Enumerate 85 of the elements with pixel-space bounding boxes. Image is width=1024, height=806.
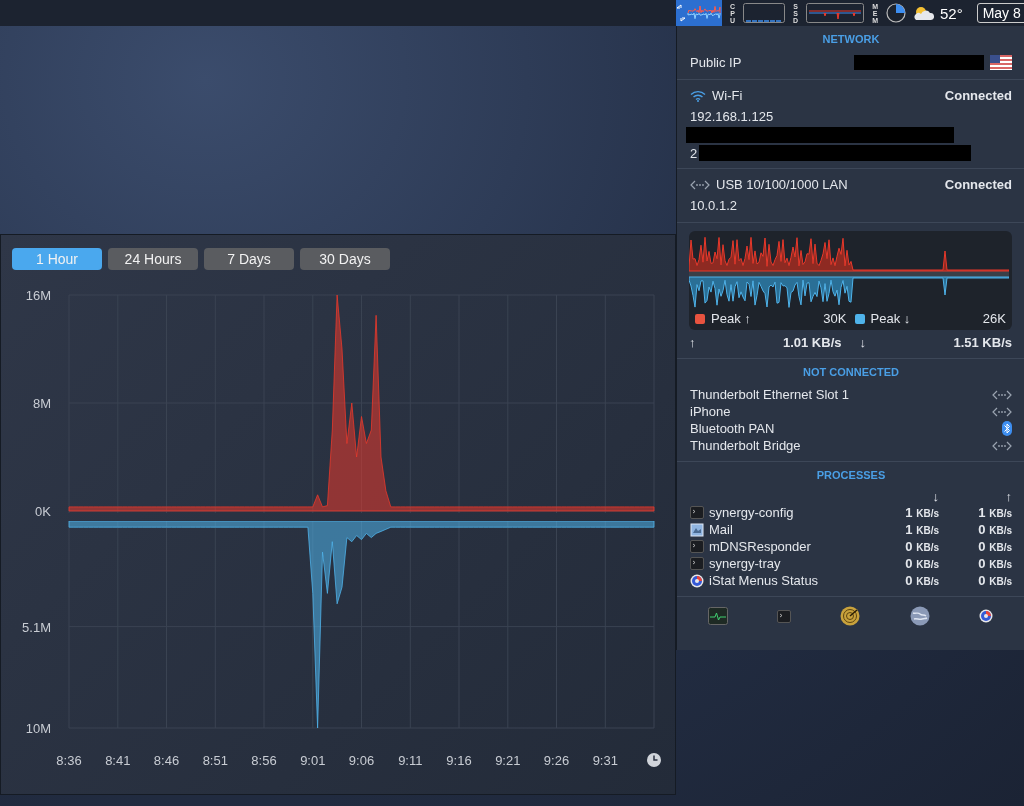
x-axis-label: 9:31 <box>592 753 618 768</box>
x-axis-label: 9:21 <box>495 753 521 768</box>
section-header: NETWORK <box>821 33 881 45</box>
ip-address: 192.168.1.125 <box>690 109 775 124</box>
x-axis-label: 8:46 <box>153 753 180 768</box>
transfer-rate: 0 KB/s <box>904 573 939 588</box>
connection-status: Connected <box>944 88 1012 103</box>
ethernet-icon <box>992 389 1012 400</box>
section-header: PROCESSES <box>815 469 887 481</box>
interface-name: Bluetooth PAN <box>690 421 775 436</box>
legend-label: Peak ↑ <box>711 311 751 326</box>
x-axis-label: 8:41 <box>105 753 131 768</box>
x-axis-label: 8:36 <box>56 753 82 768</box>
bluetooth-icon <box>1002 421 1012 436</box>
stamp-icon <box>690 522 704 537</box>
cpu-graph-icon[interactable] <box>743 3 786 23</box>
y-axis-label: 10M <box>25 721 51 736</box>
gauge-icon[interactable] <box>979 609 994 623</box>
y-axis-label: 16M <box>25 288 51 303</box>
process-name: synergy-tray <box>709 556 781 571</box>
flag-icon <box>990 55 1012 70</box>
transfer-rate: 1.51 KB/s <box>953 335 1012 350</box>
interface-name: iPhone <box>690 404 731 419</box>
interface-name: Thunderbolt Ethernet Slot 1 <box>690 387 849 402</box>
transfer-rate: 1 KB/s <box>904 522 939 537</box>
network-graph-icon <box>676 4 722 22</box>
process-name: iStat Menus Status <box>709 573 819 588</box>
transfer-rate: 0 KB/s <box>977 573 1012 588</box>
activity-monitor-icon[interactable] <box>707 607 728 625</box>
ethernet-icon <box>992 440 1012 451</box>
process-name: synergy-config <box>709 505 794 520</box>
gauge-icon <box>690 573 704 588</box>
transfer-rate: 1 KB/s <box>977 505 1012 520</box>
connection-status: Connected <box>944 177 1012 192</box>
radar-icon[interactable] <box>840 606 861 626</box>
arrow-label: ↑ <box>689 335 696 350</box>
process-name: Mail <box>709 522 733 537</box>
network-menu-item[interactable] <box>676 0 722 26</box>
ethernet-icon <box>690 179 710 190</box>
wifi-icon <box>690 89 706 102</box>
sun-cloud-icon[interactable] <box>911 5 934 21</box>
arrow-label: ↓ <box>859 335 866 350</box>
ethernet-icon <box>992 406 1012 417</box>
transfer-rate: 0 KB/s <box>904 539 939 554</box>
interface-name: Thunderbolt Bridge <box>690 438 801 453</box>
x-axis-label: 9:26 <box>543 753 570 768</box>
memory-pie-icon[interactable] <box>885 3 906 23</box>
clock-icon[interactable] <box>647 753 661 767</box>
process-name: mDNSResponder <box>709 539 811 554</box>
x-axis-label: 9:16 <box>446 753 472 768</box>
time-range-tab[interactable]: 7 Days <box>204 248 294 270</box>
ip-address: 10.0.1.2 <box>690 198 738 213</box>
peak-value: 26K <box>982 311 1006 326</box>
x-axis-label: 9:01 <box>300 753 326 768</box>
transfer-rate: 0 KB/s <box>977 522 1012 537</box>
y-axis-label: 5.1M <box>22 619 51 635</box>
column-header: ↑ <box>1004 489 1012 504</box>
date-clock[interactable]: May 8 <box>976 3 1024 23</box>
ip-address: 2 <box>690 145 698 161</box>
x-axis-label: 8:56 <box>251 753 277 768</box>
transfer-rate: 0 KB/s <box>904 556 939 571</box>
column-header: ↓ <box>931 489 939 504</box>
globe-icon[interactable] <box>909 606 930 626</box>
y-axis-label: 0K <box>35 504 51 519</box>
terminal-icon <box>690 540 704 553</box>
time-range-tab[interactable]: 30 Days <box>300 248 390 270</box>
interface-name: USB 10/100/1000 LAN <box>716 177 848 192</box>
transfer-rate: 0 KB/s <box>977 556 1012 571</box>
time-range-tab[interactable]: 24 Hours <box>108 248 198 270</box>
x-axis-label: 8:51 <box>202 753 228 768</box>
y-axis-label: 8M <box>32 396 51 411</box>
interface-name: Wi-Fi <box>712 88 743 103</box>
transfer-rate: 1 KB/s <box>904 505 939 520</box>
x-axis-label: 9:11 <box>398 753 423 768</box>
temperature[interactable]: 52° <box>939 4 963 22</box>
public-ip-label: Public IP <box>690 55 742 70</box>
ssd-graph-icon[interactable] <box>806 3 865 23</box>
terminal-icon <box>690 506 704 519</box>
section-header: NOT CONNECTED <box>802 366 900 378</box>
transfer-rate: 1.01 KB/s <box>782 335 842 350</box>
transfer-rate: 0 KB/s <box>977 539 1012 554</box>
peak-value: 30K <box>823 311 847 326</box>
terminal-icon <box>690 557 704 570</box>
x-axis-label: 9:06 <box>348 753 375 768</box>
legend-label: Peak ↓ <box>870 311 911 326</box>
